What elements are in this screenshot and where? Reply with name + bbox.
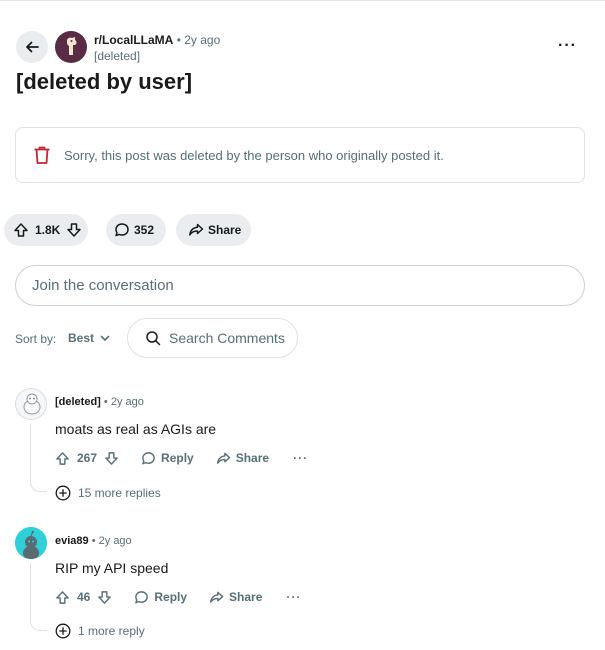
speech-bubble-icon xyxy=(135,590,149,603)
deleted-notice-text: Sorry, this post was deleted by the pers… xyxy=(64,147,444,163)
search-icon xyxy=(146,331,161,346)
comment-time: 2y ago xyxy=(110,396,144,408)
comment-body: moats as real as AGIs are xyxy=(55,421,217,437)
meta-separator: • xyxy=(176,33,181,47)
comment-more-button[interactable]: ··· xyxy=(293,451,308,465)
share-button[interactable]: Share xyxy=(176,214,251,246)
comment-actions: 267 Reply Share ··· xyxy=(55,448,308,468)
vote-pill: 1.8K xyxy=(4,214,88,246)
share-button[interactable]: Share xyxy=(209,590,262,605)
top-border xyxy=(0,0,605,1)
post-author: [deleted] xyxy=(94,49,141,63)
comment-item: [deleted] • 2y ago moats as real as AGIs… xyxy=(15,388,590,508)
comments-count: 352 xyxy=(134,223,155,237)
thread-line xyxy=(30,563,47,631)
downvote-icon[interactable] xyxy=(97,590,112,605)
speech-bubble-icon xyxy=(142,451,155,464)
post-time: 2y ago xyxy=(184,33,221,47)
upvote-icon[interactable] xyxy=(55,590,70,605)
reply-label: Reply xyxy=(154,590,188,604)
arrow-left-icon xyxy=(26,41,39,53)
post-more-button[interactable]: ··· xyxy=(558,37,577,55)
comment-time: 2y ago xyxy=(98,535,132,547)
share-arrow-icon xyxy=(210,591,224,603)
share-arrow-icon xyxy=(189,223,204,236)
comment-more-button[interactable]: ··· xyxy=(286,590,301,604)
avatar[interactable] xyxy=(15,527,47,559)
join-conversation-input[interactable]: Join the conversation xyxy=(15,265,585,306)
post-title: [deleted by user] xyxy=(16,69,193,94)
post-header: r/LocalLLaMA • 2y ago [deleted] ··· xyxy=(16,31,591,65)
post-vote-count: 1.8K xyxy=(35,223,61,237)
sort-label: Sort by: xyxy=(15,332,57,346)
subreddit-line: r/LocalLLaMA • 2y ago xyxy=(94,33,220,47)
plus-circle-icon xyxy=(55,623,71,639)
comment-author[interactable]: [deleted] xyxy=(55,396,101,408)
upvote-icon[interactable] xyxy=(13,222,29,238)
reply-button[interactable]: Reply xyxy=(141,451,194,466)
search-placeholder: Search Comments xyxy=(169,330,285,346)
trash-icon xyxy=(32,144,52,166)
reply-label: Reply xyxy=(161,451,194,465)
more-replies-label: 15 more replies xyxy=(78,486,161,500)
share-label: Share xyxy=(208,223,242,237)
reply-button[interactable]: Reply xyxy=(134,590,187,605)
deleted-notice: Sorry, this post was deleted by the pers… xyxy=(15,127,585,183)
more-replies-button[interactable]: 1 more reply xyxy=(55,623,145,639)
sort-dropdown[interactable]: Best xyxy=(68,331,110,345)
plus-circle-icon xyxy=(55,485,71,501)
downvote-icon[interactable] xyxy=(66,222,82,238)
comment-item: evia89 • 2y ago RIP my API speed 46 Repl… xyxy=(15,527,590,645)
search-comments-input[interactable]: Search Comments xyxy=(127,318,298,358)
share-arrow-icon xyxy=(216,452,231,464)
downvote-icon[interactable] xyxy=(104,451,119,466)
back-button[interactable] xyxy=(16,31,48,63)
share-button[interactable]: Share xyxy=(216,451,269,466)
more-replies-button[interactable]: 15 more replies xyxy=(55,485,161,501)
subreddit-name[interactable]: r/LocalLLaMA xyxy=(94,33,173,47)
avatar[interactable] xyxy=(15,388,47,420)
comments-button[interactable]: 352 xyxy=(106,214,166,246)
comment-body: RIP my API speed xyxy=(55,560,169,576)
llama-icon xyxy=(67,37,77,55)
comment-meta: [deleted] • 2y ago xyxy=(55,396,144,408)
subreddit-avatar[interactable] xyxy=(55,31,87,63)
comment-actions: 46 Reply Share ··· xyxy=(55,587,301,607)
share-label: Share xyxy=(235,451,270,465)
meta-separator: • xyxy=(91,535,96,547)
snoo-avatar-icon xyxy=(15,527,47,559)
speech-bubble-icon xyxy=(115,223,129,237)
chevron-down-icon xyxy=(100,335,110,341)
share-label: Share xyxy=(229,590,263,604)
sort-value: Best xyxy=(68,331,95,345)
comment-meta: evia89 • 2y ago xyxy=(55,535,132,547)
comment-author[interactable]: evia89 xyxy=(55,535,89,547)
upvote-icon[interactable] xyxy=(55,451,70,466)
more-replies-label: 1 more reply xyxy=(78,624,145,638)
comment-vote-count: 46 xyxy=(77,590,91,604)
comment-vote-count: 267 xyxy=(77,451,98,465)
thread-line xyxy=(30,424,47,492)
default-avatar-icon xyxy=(15,388,47,420)
meta-separator: • xyxy=(103,396,108,408)
